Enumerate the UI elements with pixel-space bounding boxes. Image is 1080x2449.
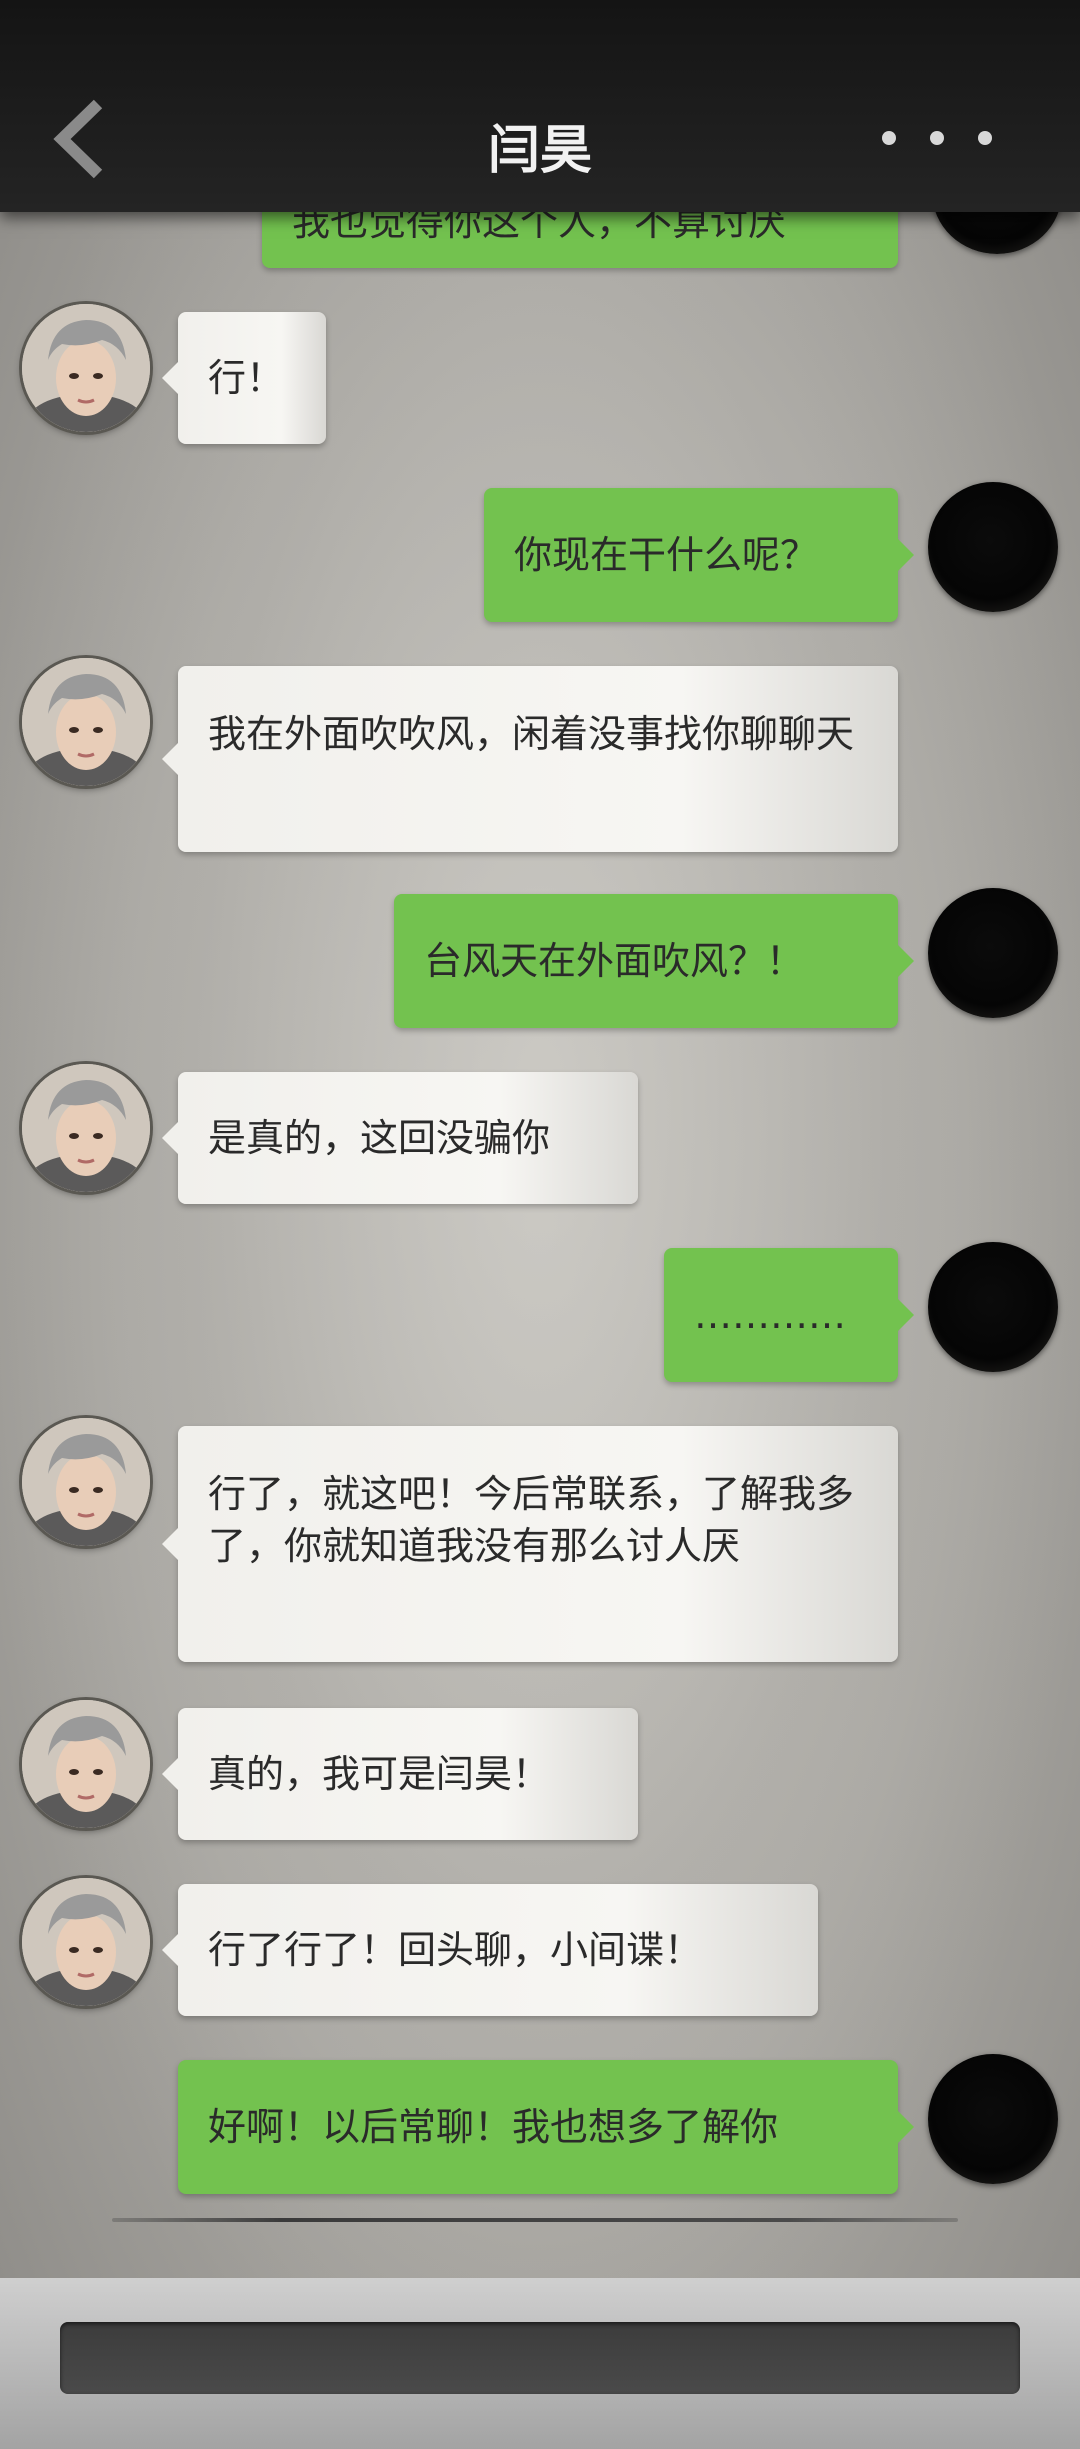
portrait-image bbox=[22, 304, 150, 432]
message-text: 行！ bbox=[208, 356, 285, 400]
message-bubble-received: 行！ bbox=[162, 312, 326, 444]
top-bar: 闫昊 bbox=[0, 0, 1080, 212]
contact-avatar[interactable] bbox=[22, 1418, 150, 1546]
contact-avatar[interactable] bbox=[22, 658, 150, 786]
message-text: 行了行了！回头聊，小间谍！ bbox=[208, 1928, 703, 1972]
message-bubble-sent: 你现在干什么呢？ bbox=[484, 488, 914, 622]
message-bubble-received: 行了，就这吧！今后常联系，了解我多了，你就知道我没有那么讨人厌 bbox=[162, 1426, 898, 1662]
portrait-image bbox=[22, 658, 150, 786]
portrait-image bbox=[22, 1878, 150, 2006]
message-text: 真的，我可是闫昊！ bbox=[208, 1752, 551, 1796]
message-text: 台风天在外面吹风？！ bbox=[424, 939, 805, 983]
message-text: 是真的，这回没骗你 bbox=[208, 1116, 551, 1160]
message-bubble-sent: ………… bbox=[664, 1248, 914, 1382]
message-bubble-received: 是真的，这回没骗你 bbox=[162, 1072, 638, 1204]
message-text: 行了，就这吧！今后常联系，了解我多了，你就知道我没有那么讨人厌 bbox=[208, 1472, 855, 1568]
more-options-button[interactable] bbox=[882, 128, 992, 148]
message-text: 我在外面吹吹风，闲着没事找你聊聊天 bbox=[208, 712, 855, 756]
message-bubble-received: 我在外面吹吹风，闲着没事找你聊聊天 bbox=[162, 666, 898, 852]
message-bubble-sent: 台风天在外面吹风？！ bbox=[394, 894, 914, 1028]
message-bubble-received: 真的，我可是闫昊！ bbox=[162, 1708, 638, 1840]
portrait-image bbox=[22, 1418, 150, 1546]
contact-avatar[interactable] bbox=[22, 1700, 150, 1828]
message-text: ………… bbox=[694, 1293, 846, 1337]
contact-avatar[interactable] bbox=[22, 304, 150, 432]
portrait-image bbox=[22, 1700, 150, 1828]
message-input[interactable] bbox=[60, 2322, 1020, 2394]
message-text: 你现在干什么呢？ bbox=[514, 533, 819, 577]
my-avatar[interactable] bbox=[928, 1242, 1058, 1372]
contact-avatar[interactable] bbox=[22, 1878, 150, 2006]
contact-avatar[interactable] bbox=[22, 1064, 150, 1192]
my-avatar[interactable] bbox=[928, 482, 1058, 612]
message-bubble-received: 行了行了！回头聊，小间谍！ bbox=[162, 1884, 818, 2016]
divider bbox=[112, 2218, 958, 2222]
message-text: 好啊！以后常聊！我也想多了解你 bbox=[208, 2105, 779, 2149]
portrait-image bbox=[22, 1064, 150, 1192]
message-bubble-sent: 好啊！以后常聊！我也想多了解你 bbox=[178, 2060, 914, 2194]
my-avatar[interactable] bbox=[928, 2054, 1058, 2184]
my-avatar[interactable] bbox=[928, 888, 1058, 1018]
more-dots-icon bbox=[882, 131, 896, 145]
